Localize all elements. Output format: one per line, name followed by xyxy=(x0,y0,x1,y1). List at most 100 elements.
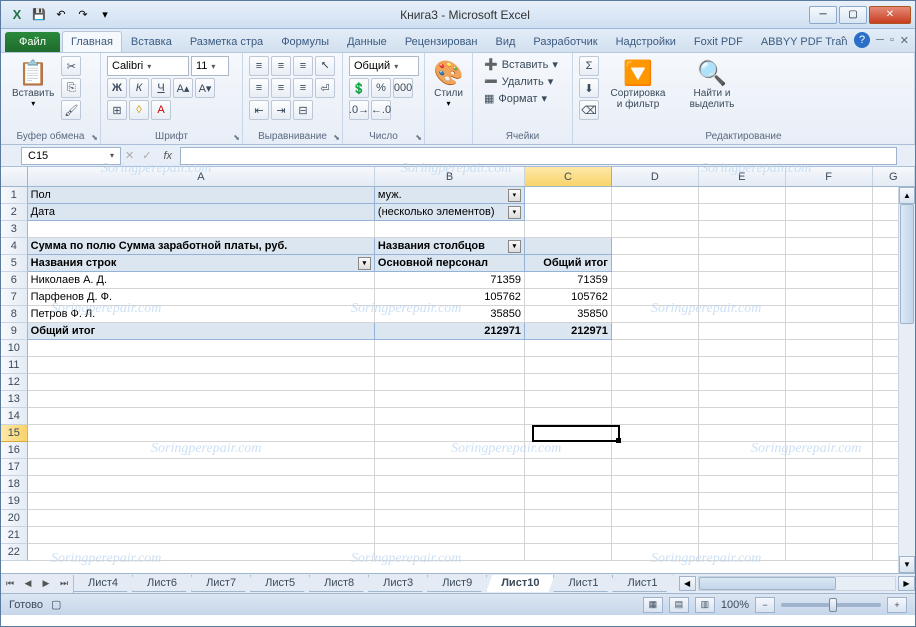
format-painter-button[interactable]: 🖌 xyxy=(61,100,81,120)
tab-page-layout[interactable]: Разметка стра xyxy=(181,31,272,52)
cell[interactable] xyxy=(699,425,786,442)
tab-view[interactable]: Вид xyxy=(487,31,525,52)
zoom-thumb[interactable] xyxy=(829,598,837,612)
comma-button[interactable]: 000 xyxy=(393,78,413,98)
cell[interactable] xyxy=(699,527,786,544)
align-left-button[interactable]: ≡ xyxy=(249,78,269,98)
enter-formula-icon[interactable]: ✓ xyxy=(142,149,151,162)
shrink-font-button[interactable]: A▾ xyxy=(195,78,215,98)
tab-formulas[interactable]: Формулы xyxy=(272,31,338,52)
insert-cells-button[interactable]: ➕Вставить ▾ xyxy=(479,56,566,73)
cell[interactable] xyxy=(28,340,375,357)
cell[interactable] xyxy=(375,510,525,527)
cell[interactable]: 35850 xyxy=(375,306,525,323)
cell[interactable] xyxy=(786,306,873,323)
cell[interactable]: Парфенов Д. Ф. xyxy=(28,289,375,306)
cell[interactable] xyxy=(612,255,699,272)
autosum-button[interactable]: Σ xyxy=(579,56,599,76)
font-size-combo[interactable]: 11▾ xyxy=(191,56,229,76)
cell[interactable] xyxy=(699,204,786,221)
cell[interactable] xyxy=(786,323,873,340)
cell[interactable]: (несколько элементов)▾ xyxy=(375,204,525,221)
row-header[interactable]: 8 xyxy=(1,306,28,323)
decrease-decimal-button[interactable]: ←.0 xyxy=(371,100,391,120)
cell[interactable]: 212971 xyxy=(375,323,525,340)
sheet-tab[interactable]: Лист1 xyxy=(553,575,613,592)
minimize-button[interactable]: ─ xyxy=(809,6,837,24)
tab-developer[interactable]: Разработчик xyxy=(524,31,606,52)
cell[interactable] xyxy=(699,323,786,340)
sort-filter-button[interactable]: 🔽 Сортировка и фильтр xyxy=(603,56,673,120)
cell[interactable] xyxy=(525,187,612,204)
font-dialog-icon[interactable]: ⬊ xyxy=(233,133,240,142)
col-header-f[interactable]: F xyxy=(786,167,873,186)
workbook-minimize-icon[interactable]: ─ xyxy=(876,34,884,46)
sheet-next-button[interactable]: ▶ xyxy=(37,575,55,593)
filter-icon[interactable]: ▾ xyxy=(508,206,521,219)
cell[interactable] xyxy=(612,510,699,527)
cell[interactable]: 105762 xyxy=(375,289,525,306)
qat-customize[interactable]: ▾ xyxy=(95,5,115,25)
name-box[interactable]: C15▾ xyxy=(21,147,121,165)
fill-button[interactable]: ⬇ xyxy=(579,78,599,98)
cell[interactable] xyxy=(525,374,612,391)
cell[interactable] xyxy=(612,459,699,476)
close-button[interactable]: ✕ xyxy=(869,6,911,24)
cell[interactable] xyxy=(612,289,699,306)
help-icon[interactable]: ? xyxy=(854,32,870,48)
underline-button[interactable]: Ч xyxy=(151,78,171,98)
cell[interactable] xyxy=(699,544,786,561)
cell[interactable]: 71359 xyxy=(375,272,525,289)
font-name-combo[interactable]: Calibri▾ xyxy=(107,56,189,76)
clipboard-dialog-icon[interactable]: ⬊ xyxy=(91,133,98,142)
tab-foxit[interactable]: Foxit PDF xyxy=(685,31,752,52)
align-center-button[interactable]: ≡ xyxy=(271,78,291,98)
cell[interactable] xyxy=(699,493,786,510)
cell[interactable] xyxy=(612,391,699,408)
zoom-slider[interactable] xyxy=(781,603,881,607)
cell[interactable] xyxy=(699,187,786,204)
row-header[interactable]: 22 xyxy=(1,544,28,561)
select-all-corner[interactable] xyxy=(1,167,28,186)
filter-icon[interactable]: ▾ xyxy=(508,240,521,253)
grow-font-button[interactable]: A▴ xyxy=(173,78,193,98)
sheet-tab[interactable]: Лист3 xyxy=(368,575,428,592)
cell[interactable] xyxy=(786,357,873,374)
font-color-button[interactable]: A xyxy=(151,100,171,120)
scroll-thumb[interactable] xyxy=(900,204,914,324)
sheet-tab[interactable]: Лист6 xyxy=(132,575,192,592)
row-header[interactable]: 14 xyxy=(1,408,28,425)
cell[interactable] xyxy=(612,425,699,442)
row-header[interactable]: 19 xyxy=(1,493,28,510)
sheet-tab[interactable]: Лист1 xyxy=(612,575,672,592)
cell[interactable] xyxy=(699,476,786,493)
increase-decimal-button[interactable]: .0→ xyxy=(349,100,369,120)
delete-cells-button[interactable]: ➖Удалить ▾ xyxy=(479,73,566,90)
cell[interactable] xyxy=(28,408,375,425)
row-header[interactable]: 6 xyxy=(1,272,28,289)
row-header[interactable]: 7 xyxy=(1,289,28,306)
row-header[interactable]: 5 xyxy=(1,255,28,272)
cell[interactable] xyxy=(525,408,612,425)
cell[interactable] xyxy=(699,510,786,527)
zoom-in-button[interactable]: + xyxy=(887,597,907,613)
cell[interactable] xyxy=(786,374,873,391)
number-dialog-icon[interactable]: ⬊ xyxy=(415,133,422,142)
workbook-restore-icon[interactable]: ▫ xyxy=(890,34,894,46)
cell[interactable]: 212971 xyxy=(525,323,612,340)
italic-button[interactable]: К xyxy=(129,78,149,98)
cell[interactable] xyxy=(612,323,699,340)
row-header[interactable]: 3 xyxy=(1,221,28,238)
cell[interactable]: муж.▾ xyxy=(375,187,525,204)
sheet-first-button[interactable]: ⏮ xyxy=(1,575,19,593)
fill-color-button[interactable]: ◊ xyxy=(129,100,149,120)
save-button[interactable]: 💾 xyxy=(29,5,49,25)
format-cells-button[interactable]: ▦Формат ▾ xyxy=(479,90,566,107)
cell[interactable] xyxy=(699,357,786,374)
macro-record-icon[interactable]: ▢ xyxy=(51,598,61,611)
filter-icon[interactable]: ▾ xyxy=(508,189,521,202)
cell[interactable] xyxy=(699,408,786,425)
sheet-tab[interactable]: Лист4 xyxy=(73,575,133,592)
cell[interactable] xyxy=(28,544,375,561)
row-header[interactable]: 21 xyxy=(1,527,28,544)
